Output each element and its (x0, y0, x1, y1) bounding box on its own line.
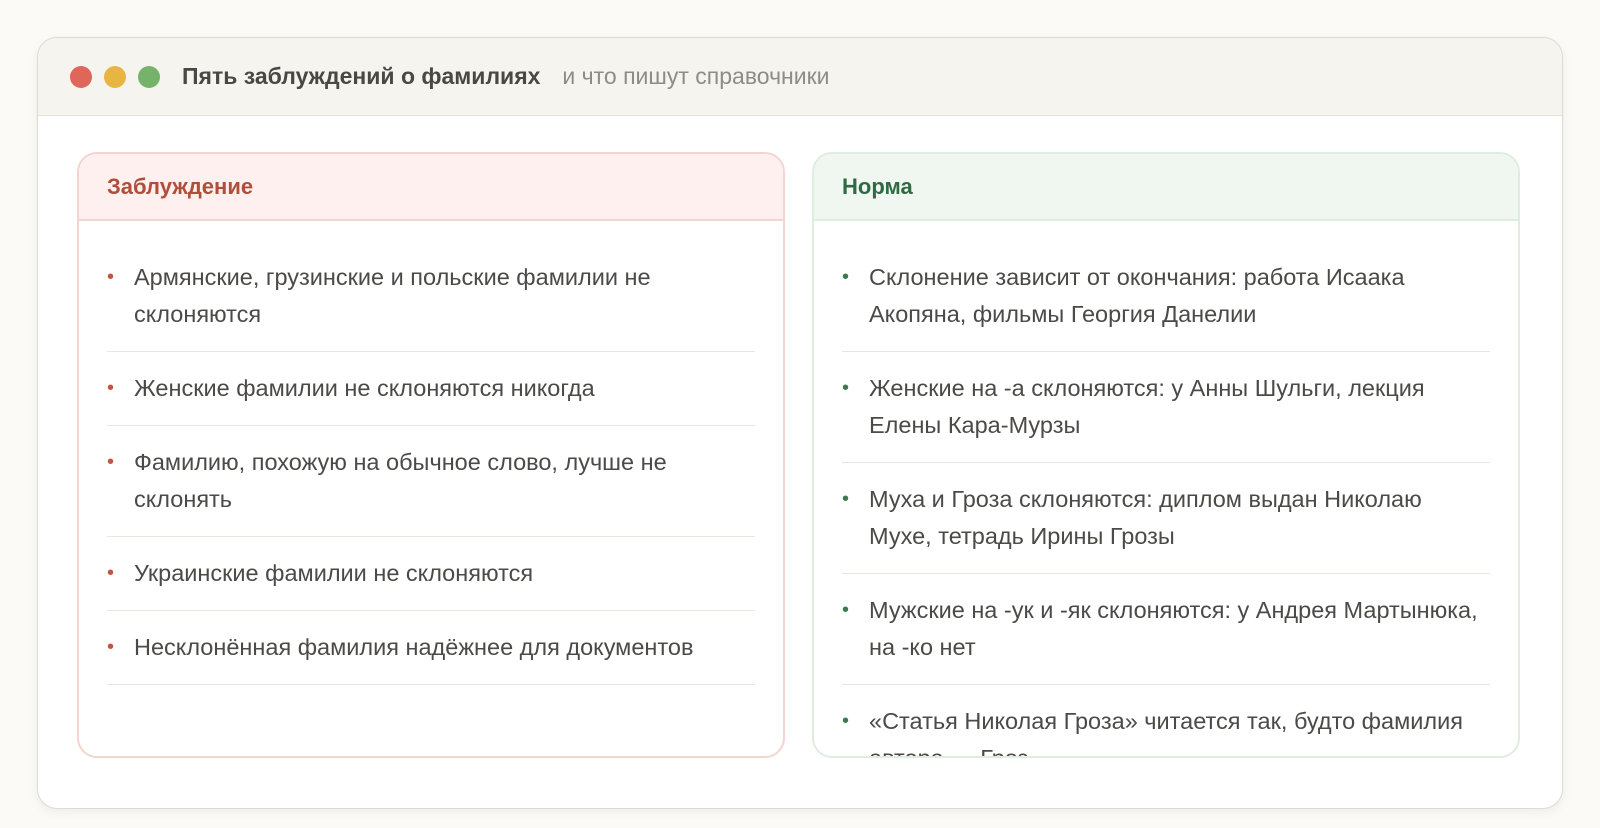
norms-list: • Склонение зависит от окончания: работа … (814, 221, 1518, 758)
window-subtitle: и что пишут справочники (562, 63, 830, 89)
list-item-text: Муха и Гроза склоняются: диплом выдан Ни… (869, 486, 1422, 549)
list-item-text: Фамилию, похожую на обычное слово, лучше… (134, 449, 667, 512)
bullet-icon: • (107, 451, 115, 473)
bullet-icon: • (107, 377, 115, 399)
list-item-text: Несклонённая фамилия надёжнее для докуме… (134, 634, 694, 660)
list-item: • «Статья Николая Гроза» читается так, бу… (842, 685, 1490, 758)
minimize-button[interactable] (104, 65, 126, 88)
list-item: • Женские фамилии не склоняются никогда (107, 352, 755, 426)
app-window: Пять заблуждений о фамилиях и что пишут … (37, 37, 1563, 809)
list-item: • Украинские фамилии не склоняются (107, 537, 755, 611)
bullet-icon: • (842, 266, 850, 288)
close-button[interactable] (70, 65, 92, 88)
bullet-icon: • (842, 599, 850, 621)
title-bar: Пять заблуждений о фамилиях и что пишут … (38, 38, 1562, 116)
list-item-text: Склонение зависит от окончания: работа И… (869, 264, 1405, 327)
bullet-icon: • (107, 636, 115, 658)
list-item: • Мужские на ‑ук и ‑як склоняются: у Андр… (842, 574, 1490, 685)
window-title: Пять заблуждений о фамилиях (182, 63, 541, 89)
list-item-text: «Статья Николая Гроза» читается так, буд… (869, 708, 1463, 758)
list-item: • Несклонённая фамилия надёжнее для докум… (107, 611, 755, 685)
list-item-text: Армянские, грузинские и польские фамилии… (134, 264, 651, 327)
myths-list: • Армянские, грузинские и польские фамили… (79, 221, 783, 685)
bullet-icon: • (842, 377, 850, 399)
list-item: • Женские на ‑а склоняются: у Анны Шульги… (842, 352, 1490, 463)
list-item: • Склонение зависит от окончания: работа … (842, 241, 1490, 352)
list-item-text: Украинские фамилии не склоняются (134, 560, 534, 586)
norms-panel: Норма • Склонение зависит от окончания: р… (812, 152, 1520, 758)
bullet-icon: • (107, 562, 115, 584)
zoom-button[interactable] (138, 65, 160, 88)
list-item: • Муха и Гроза склоняются: диплом выдан Н… (842, 463, 1490, 574)
myths-panel: Заблуждение • Армянские, грузинские и пол… (77, 152, 785, 758)
bullet-icon: • (842, 710, 850, 732)
list-item: • Армянские, грузинские и польские фамили… (107, 241, 755, 352)
myths-heading: Заблуждение (79, 154, 783, 221)
list-item-text: Женские на ‑а склоняются: у Анны Шульги,… (869, 375, 1425, 438)
bullet-icon: • (107, 266, 115, 288)
list-item-text: Женские фамилии не склоняются никогда (134, 375, 595, 401)
norms-heading: Норма (814, 154, 1518, 221)
list-item-text: Мужские на ‑ук и ‑як склоняются: у Андре… (869, 597, 1478, 660)
list-item: • Фамилию, похожую на обычное слово, лучш… (107, 426, 755, 537)
bullet-icon: • (842, 488, 850, 510)
